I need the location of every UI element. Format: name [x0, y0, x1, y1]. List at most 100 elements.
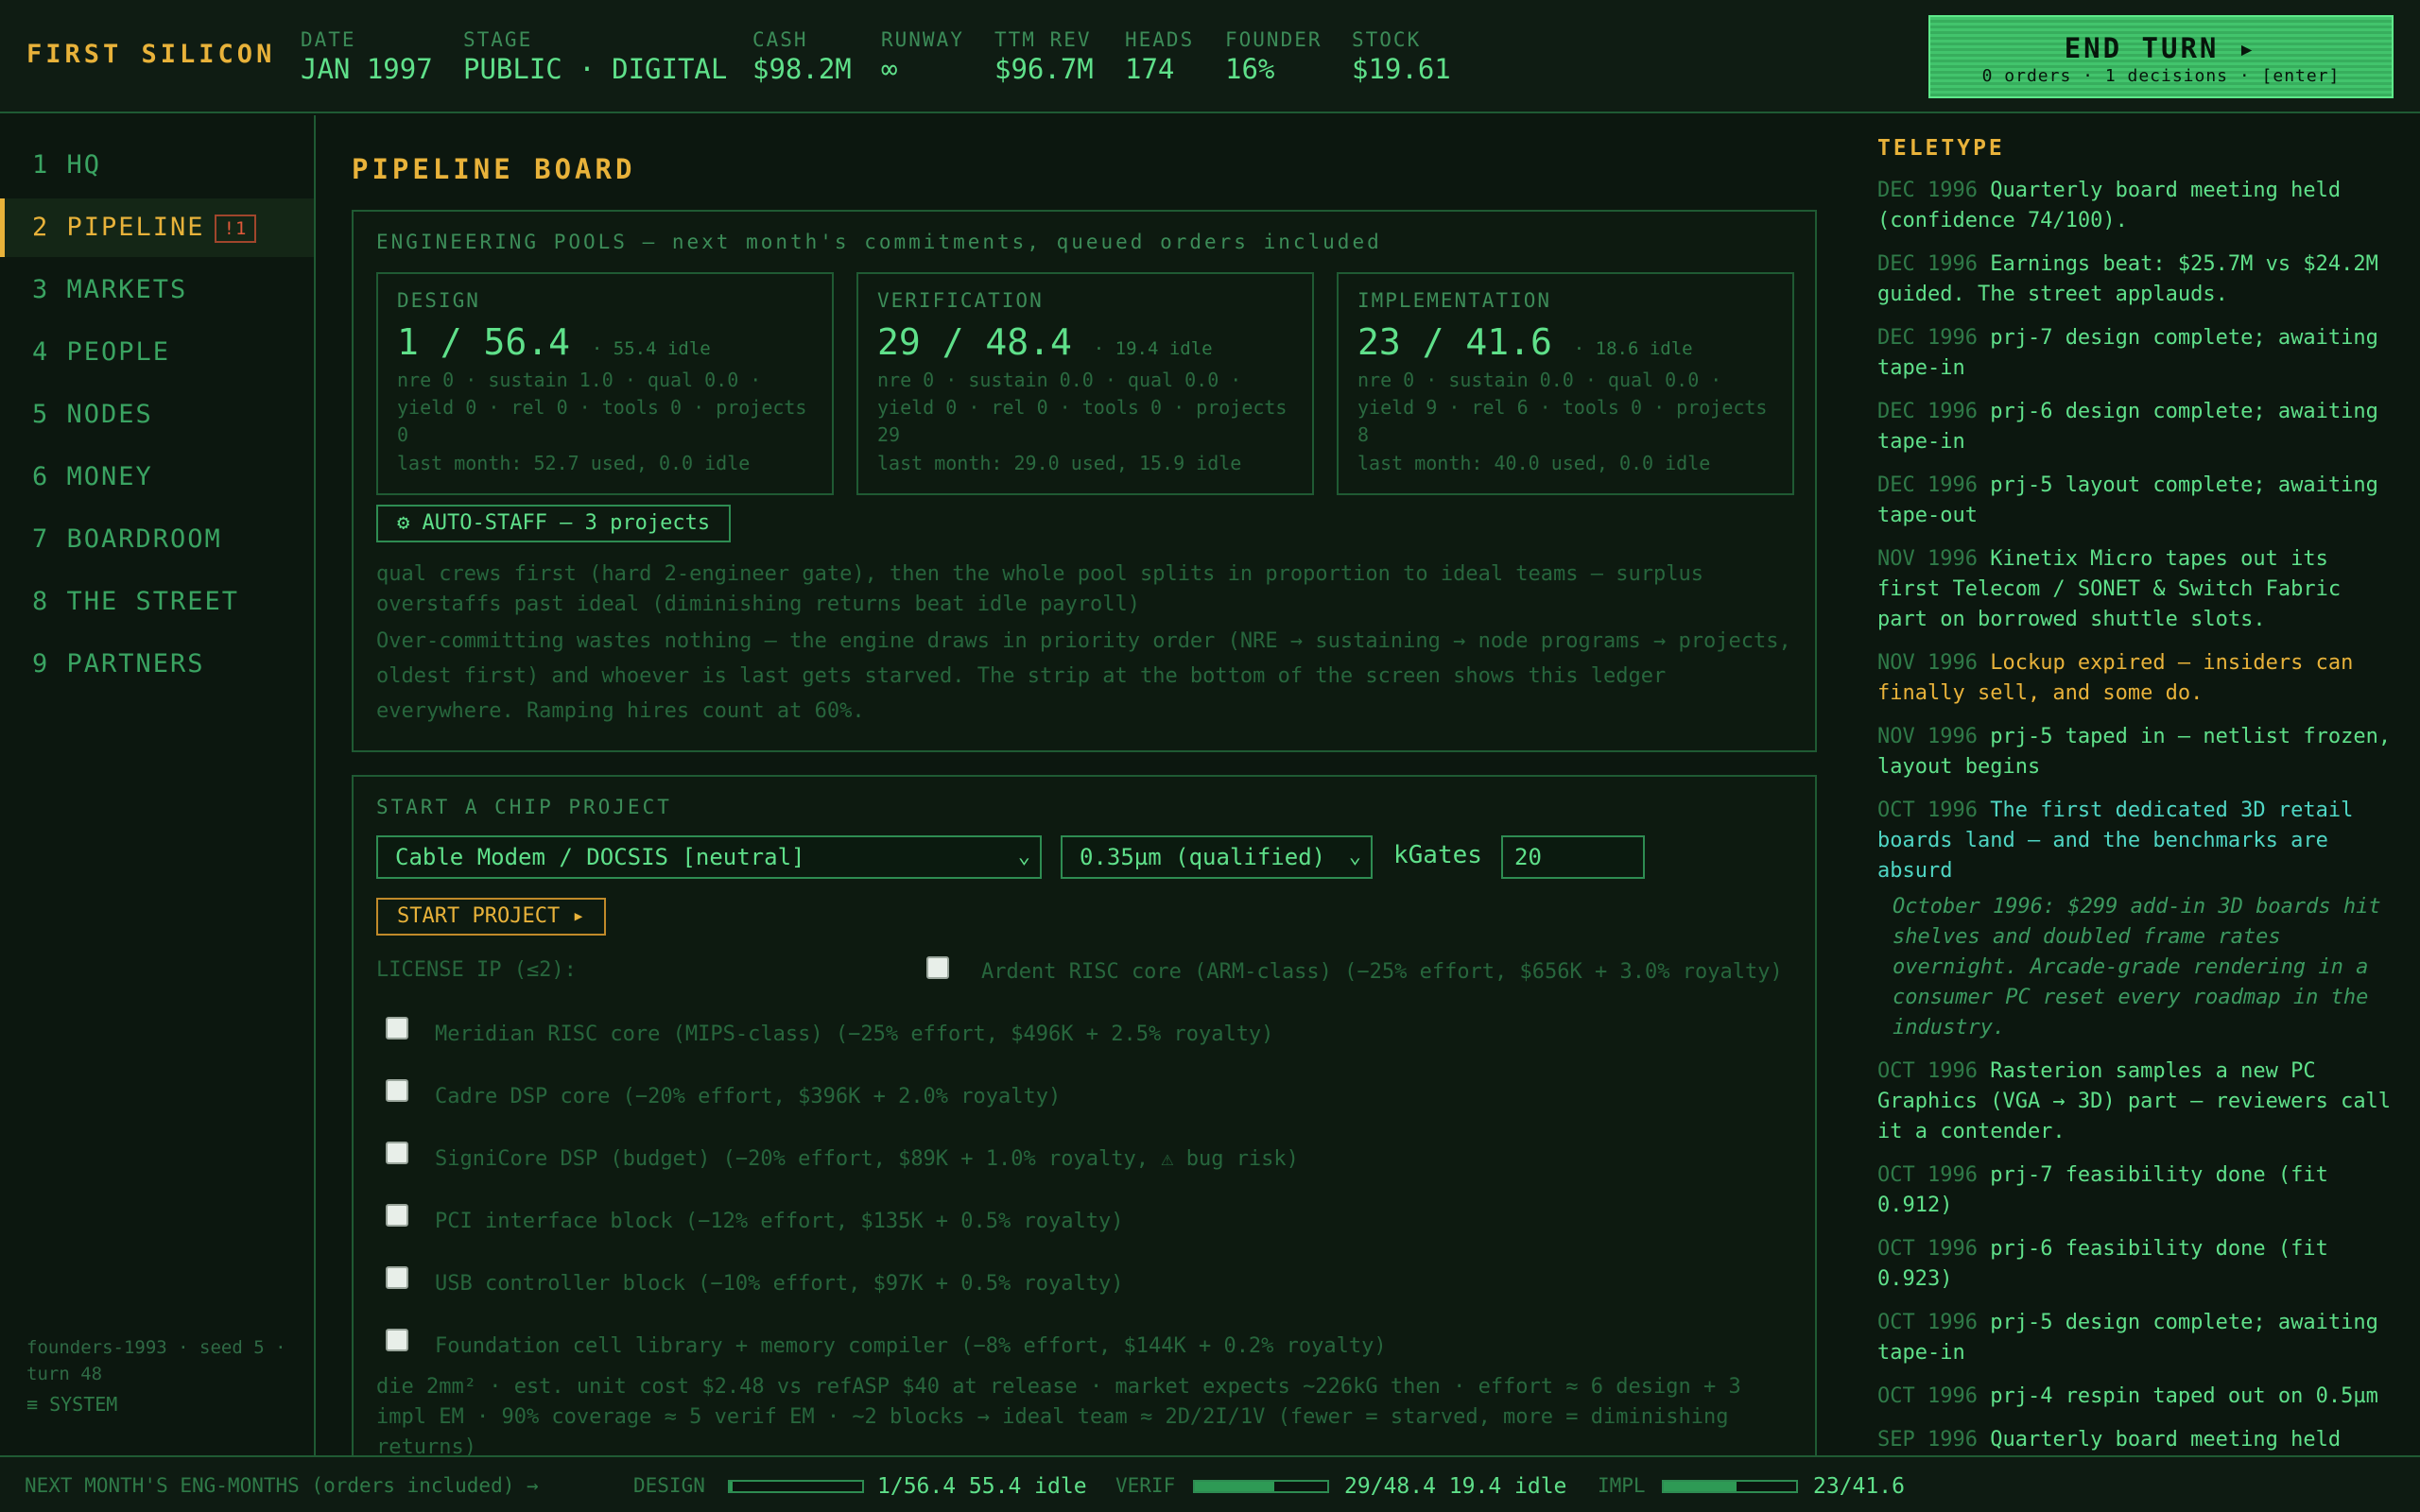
teletype-date: DEC 1996 [1877, 179, 1978, 202]
teletype-date: OCT 1996 [1877, 1311, 1978, 1334]
teletype-entry: NOV 1996 prj-5 taped in — netlist frozen… [1877, 722, 2401, 782]
ledger-pool-value: 29/48.4 19.4 idle [1344, 1474, 1567, 1499]
chevron-down-icon: ⌄ [1017, 845, 1030, 868]
ip-option-label: Foundation cell library + memory compile… [435, 1334, 1387, 1358]
pool-idle: · 19.4 idle [1093, 338, 1213, 359]
brand-logo: FIRST SILICON [26, 40, 276, 69]
stat-value: PUBLIC · DIGITAL [463, 53, 728, 85]
system-menu-link[interactable]: ≡ SYSTEM [26, 1393, 117, 1416]
ledger-label: NEXT MONTH'S ENG-MONTHS (orders included… [25, 1474, 539, 1497]
ip-checkbox-ardent-risc[interactable] [926, 956, 949, 979]
process-node-select-value: 0.35µm (qualified) [1080, 844, 1326, 870]
stat-label: TTM REV [994, 28, 1092, 51]
nav-item-money[interactable]: 6 MONEY [0, 448, 314, 507]
pool-card-implementation: IMPLEMENTATION 23 / 41.6 · 18.6 idle nre… [1337, 272, 1794, 495]
teletype-feed: TELETYPE DEC 1996 Quarterly board meetin… [1855, 115, 2420, 1455]
license-ip-label: LICENSE IP (≤2): [376, 958, 577, 982]
teletype-date: SEP 1996 [1877, 1428, 1978, 1452]
pool-idle: · 18.6 idle [1573, 338, 1693, 359]
teletype-entry: OCT 1996 prj-7 feasibility done (fit 0.9… [1877, 1160, 2401, 1221]
pool-last-month: last month: 52.7 used, 0.0 idle [397, 452, 751, 474]
stat-heads: HEADS 174 [1125, 28, 1194, 85]
ip-option-label: Meridian RISC core (MIPS-class) (−25% ef… [435, 1022, 1274, 1046]
alert-badge: !1 [214, 214, 257, 243]
ip-checkbox-pci[interactable] [386, 1204, 408, 1227]
teletype-date: OCT 1996 [1877, 1384, 1978, 1408]
teletype-date: OCT 1996 [1877, 1237, 1978, 1261]
ledger-pool-name: DESIGN [633, 1474, 705, 1497]
nav-item-hq[interactable]: 1 HQ [0, 136, 314, 195]
stat-value: 16% [1225, 53, 1275, 85]
pool-card-verification: VERIFICATION 29 / 48.4 · 19.4 idle nre 0… [856, 272, 1314, 495]
teletype-date: NOV 1996 [1877, 547, 1978, 571]
ip-option-label: Cadre DSP core (−20% effort, $396K + 2.0… [435, 1085, 1062, 1108]
stat-value: JAN 1997 [301, 53, 433, 85]
auto-staff-button[interactable]: ⚙ AUTO-STAFF — 3 projects [376, 505, 732, 542]
teletype-entry: OCT 1996 prj-6 feasibility done (fit 0.9… [1877, 1234, 2401, 1295]
process-node-select[interactable]: 0.35µm (qualified) ⌄ [1061, 835, 1373, 879]
pool-last-month: last month: 29.0 used, 15.9 idle [877, 452, 1242, 474]
ip-checkbox-usb[interactable] [386, 1266, 408, 1289]
nav-item-label: 1 HQ [32, 150, 102, 180]
teletype-title: TELETYPE [1877, 136, 2005, 161]
stat-stock: STOCK $19.61 [1352, 28, 1451, 85]
ledger-bar-implementation [1662, 1480, 1798, 1493]
ip-checkbox-cell-library[interactable] [386, 1329, 408, 1351]
ip-checkbox-signicore-dsp[interactable] [386, 1142, 408, 1164]
stat-label: RUNWAY [881, 28, 964, 51]
sidebar-nav: 1 HQ 2 PIPELINE !1 3 MARKETS 4 PEOPLE 5 N… [0, 115, 316, 1455]
ip-option-label: SigniCore DSP (budget) (−20% effort, $89… [435, 1147, 1299, 1171]
teletype-entry: DEC 1996 Quarterly board meeting held (c… [1877, 176, 2401, 236]
pool-value: 1 / 56.4 · 55.4 idle [397, 321, 711, 363]
ip-option-label: PCI interface block (−12% effort, $135K … [435, 1210, 1124, 1233]
nav-item-markets[interactable]: 3 MARKETS [0, 261, 314, 319]
pool-name: DESIGN [397, 289, 480, 312]
eng-months-ledger-strip: NEXT MONTH'S ENG-MONTHS (orders included… [0, 1455, 2420, 1512]
top-status-bar: FIRST SILICON DATE JAN 1997 STAGE PUBLIC… [0, 0, 2420, 113]
teletype-entry: DEC 1996 prj-6 design complete; awaiting… [1877, 397, 2401, 457]
ledger-bar-fill [730, 1482, 733, 1491]
nav-item-people[interactable]: 4 PEOPLE [0, 323, 314, 382]
ip-checkbox-meridian-risc[interactable] [386, 1017, 408, 1040]
stat-date: DATE JAN 1997 [301, 28, 433, 85]
ledger-bar-verification [1193, 1480, 1329, 1493]
teletype-entry: SEP 1996 Quarterly board meeting held (c… [1877, 1425, 2401, 1455]
stat-founder: FOUNDER 16% [1225, 28, 1322, 85]
stat-label: FOUNDER [1225, 28, 1322, 51]
end-turn-label: END TURN ▸ [2064, 32, 2258, 64]
kgates-input[interactable]: 20 [1501, 835, 1645, 879]
stat-value: $96.7M [994, 53, 1094, 85]
teletype-entry: OCT 1996 Rasterion samples a new PC Grap… [1877, 1057, 2401, 1147]
project-estimate: die 2mm² · est. unit cost $2.48 vs refAS… [376, 1375, 1741, 1455]
ledger-pool-value: 23/41.6 [1813, 1474, 1905, 1499]
teletype-date: DEC 1996 [1877, 400, 1978, 423]
stat-label: HEADS [1125, 28, 1195, 51]
teletype-entry: DEC 1996 prj-7 design complete; awaiting… [1877, 323, 2401, 384]
nav-item-partners[interactable]: 9 PARTNERS [0, 635, 314, 694]
panel-title: ENGINEERING POOLS — next month's commitm… [376, 231, 1382, 253]
stat-cash: CASH $98.2M [752, 28, 852, 85]
nav-item-pipeline[interactable]: 2 PIPELINE !1 [0, 198, 314, 257]
market-select[interactable]: Cable Modem / DOCSIS [neutral] ⌄ [376, 835, 1042, 879]
pool-value: 23 / 41.6 · 18.6 idle [1357, 321, 1693, 363]
start-project-button[interactable]: START PROJECT ▸ [376, 898, 606, 936]
teletype-list: DEC 1996 Quarterly board meeting held (c… [1877, 176, 2401, 1455]
teletype-quote: October 1996: $299 add-in 3D boards hit … [1893, 895, 2381, 1040]
main-content: PIPELINE BOARD ENGINEERING POOLS — next … [318, 115, 1853, 1455]
nav-item-the-street[interactable]: 8 THE STREET [0, 573, 314, 631]
stat-label: CASH [752, 28, 808, 51]
stat-label: STOCK [1352, 28, 1422, 51]
nav-item-boardroom[interactable]: 7 BOARDROOM [0, 510, 314, 569]
save-meta: founders-1993 · seed 5 · turn 48 [26, 1337, 286, 1384]
start-chip-project-panel: START A CHIP PROJECT Cable Modem / DOCSI… [352, 775, 1817, 1455]
ip-checkbox-cadre-dsp[interactable] [386, 1079, 408, 1102]
nav-item-nodes[interactable]: 5 NODES [0, 386, 314, 444]
teletype-entry: NOV 1996 Kinetix Micro tapes out its fir… [1877, 544, 2401, 635]
pool-last-month: last month: 40.0 used, 0.0 idle [1357, 452, 1711, 474]
pool-idle: · 55.4 idle [591, 338, 711, 359]
teletype-text: prj-4 respin taped out on 0.5µm [1990, 1384, 2378, 1408]
stat-value: ∞ [881, 53, 898, 85]
ledger-bar-design [728, 1480, 864, 1493]
nav-item-label: 3 MARKETS [32, 275, 188, 304]
end-turn-button[interactable]: END TURN ▸ 0 orders · 1 decisions · [ent… [1928, 15, 2394, 98]
